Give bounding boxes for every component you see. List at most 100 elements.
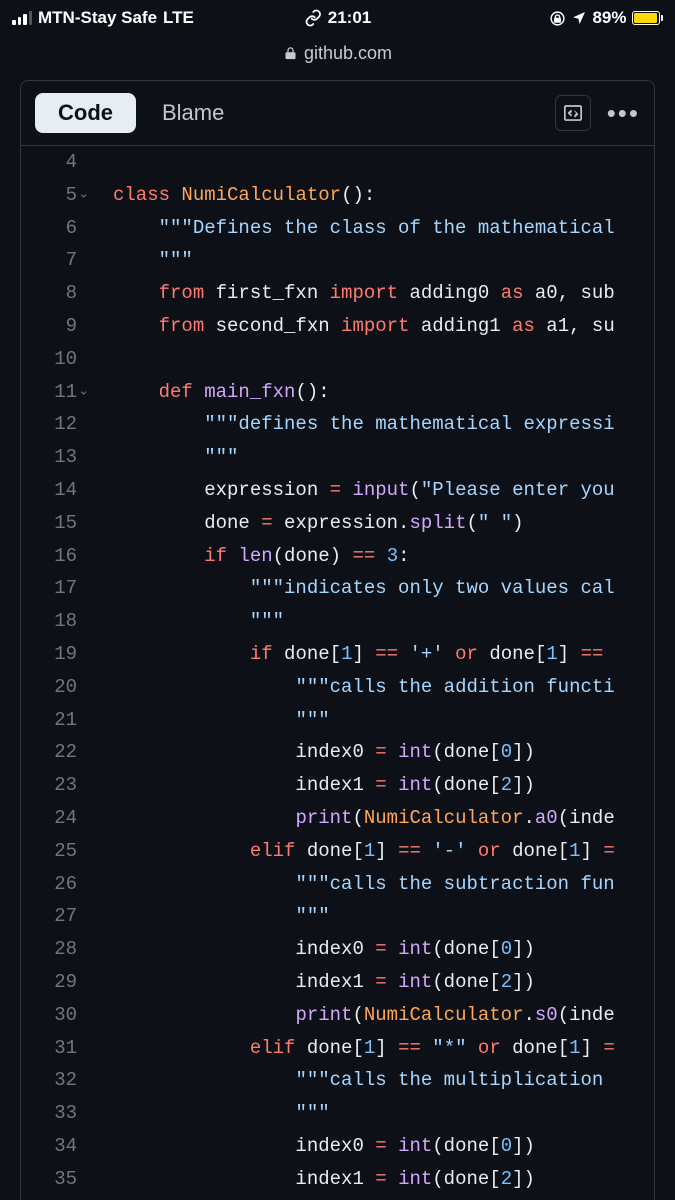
code-line[interactable]: 15 done = expression.split(" ") — [21, 507, 654, 540]
fold-chevron-icon[interactable]: ⌄ — [78, 179, 89, 212]
code-content: print(NumiCalculator.s0(inde — [87, 999, 615, 1032]
line-number[interactable]: 24 — [21, 802, 87, 835]
line-number[interactable]: 30 — [21, 999, 87, 1032]
code-line[interactable]: 5⌄class NumiCalculator(): — [21, 179, 654, 212]
line-number[interactable]: 22 — [21, 736, 87, 769]
file-view-header: Code Blame ••• — [20, 80, 655, 145]
code-line[interactable]: 4 — [21, 146, 654, 179]
code-line[interactable]: 25 elif done[1] == '-' or done[1] = — [21, 835, 654, 868]
line-number[interactable]: 9 — [21, 310, 87, 343]
code-content: from second_fxn import adding1 as a1, su — [87, 310, 615, 343]
code-line[interactable]: 31 elif done[1] == "*" or done[1] = — [21, 1032, 654, 1065]
code-content: from first_fxn import adding0 as a0, sub — [87, 277, 615, 310]
line-number[interactable]: 14 — [21, 474, 87, 507]
code-content: """defines the mathematical expressi — [87, 408, 615, 441]
code-content: """calls the subtraction fun — [87, 868, 615, 901]
line-number[interactable]: 12 — [21, 408, 87, 441]
line-number[interactable]: 8 — [21, 277, 87, 310]
code-line[interactable]: 14 expression = input("Please enter you — [21, 474, 654, 507]
line-number[interactable]: 27 — [21, 900, 87, 933]
header-actions: ••• — [555, 95, 640, 131]
line-number[interactable]: 15 — [21, 507, 87, 540]
code-line[interactable]: 26 """calls the subtraction fun — [21, 868, 654, 901]
url-host: github.com — [304, 43, 392, 64]
code-line[interactable]: 11⌄ def main_fxn(): — [21, 376, 654, 409]
code-content: if len(done) == 3: — [87, 540, 410, 573]
line-number[interactable]: 26 — [21, 868, 87, 901]
line-number[interactable]: 23 — [21, 769, 87, 802]
code-line[interactable]: 16 if len(done) == 3: — [21, 540, 654, 573]
line-number[interactable]: 11⌄ — [21, 376, 87, 409]
line-number[interactable]: 10 — [21, 343, 87, 376]
code-line[interactable]: 22 index0 = int(done[0]) — [21, 736, 654, 769]
line-number[interactable]: 29 — [21, 966, 87, 999]
code-view[interactable]: 45⌄class NumiCalculator():6 """Defines t… — [20, 145, 655, 1200]
code-line[interactable]: 13 """ — [21, 441, 654, 474]
code-line[interactable]: 23 index1 = int(done[2]) — [21, 769, 654, 802]
code-line[interactable]: 33 """ — [21, 1097, 654, 1130]
code-lines: 45⌄class NumiCalculator():6 """Defines t… — [21, 146, 654, 1200]
line-number[interactable]: 5⌄ — [21, 179, 87, 212]
code-line[interactable]: 32 """calls the multiplication — [21, 1064, 654, 1097]
code-line[interactable]: 34 index0 = int(done[0]) — [21, 1130, 654, 1163]
status-left: MTN-Stay Safe LTE — [12, 8, 194, 28]
code-line[interactable]: 18 """ — [21, 605, 654, 638]
line-number[interactable]: 32 — [21, 1064, 87, 1097]
line-number[interactable]: 33 — [21, 1097, 87, 1130]
code-square-icon — [564, 104, 582, 122]
code-content: index1 = int(done[2]) — [87, 966, 535, 999]
code-content: """ — [87, 244, 193, 277]
code-content: def main_fxn(): — [87, 376, 330, 409]
more-menu-button[interactable]: ••• — [607, 108, 640, 118]
line-number[interactable]: 31 — [21, 1032, 87, 1065]
code-line[interactable]: 6 """Defines the class of the mathematic… — [21, 212, 654, 245]
code-content: """ — [87, 900, 330, 933]
code-line[interactable]: 30 print(NumiCalculator.s0(inde — [21, 999, 654, 1032]
code-line[interactable]: 36 print(NumiCalculator.m0(inde — [21, 1196, 654, 1200]
line-number[interactable]: 25 — [21, 835, 87, 868]
link-icon — [304, 9, 322, 27]
code-line[interactable]: 29 index1 = int(done[2]) — [21, 966, 654, 999]
line-number[interactable]: 7 — [21, 244, 87, 277]
lock-icon — [283, 46, 298, 61]
line-number[interactable]: 20 — [21, 671, 87, 704]
line-number[interactable]: 13 — [21, 441, 87, 474]
browser-url-bar[interactable]: github.com — [0, 36, 675, 70]
line-number[interactable]: 36 — [21, 1196, 87, 1200]
tab-blame[interactable]: Blame — [144, 94, 242, 132]
line-number[interactable]: 4 — [21, 146, 87, 179]
code-content: print(NumiCalculator.a0(inde — [87, 802, 615, 835]
line-number[interactable]: 21 — [21, 704, 87, 737]
code-line[interactable]: 8 from first_fxn import adding0 as a0, s… — [21, 277, 654, 310]
code-line[interactable]: 24 print(NumiCalculator.a0(inde — [21, 802, 654, 835]
code-line[interactable]: 12 """defines the mathematical expressi — [21, 408, 654, 441]
code-line[interactable]: 10 — [21, 343, 654, 376]
line-number[interactable]: 28 — [21, 933, 87, 966]
code-line[interactable]: 9 from second_fxn import adding1 as a1, … — [21, 310, 654, 343]
code-line[interactable]: 19 if done[1] == '+' or done[1] == — [21, 638, 654, 671]
line-number[interactable]: 34 — [21, 1130, 87, 1163]
code-content: """ — [87, 704, 330, 737]
carrier-label: MTN-Stay Safe — [38, 8, 157, 28]
code-line[interactable]: 7 """ — [21, 244, 654, 277]
code-line[interactable]: 20 """calls the addition functi — [21, 671, 654, 704]
line-number[interactable]: 19 — [21, 638, 87, 671]
line-number[interactable]: 18 — [21, 605, 87, 638]
code-line[interactable]: 27 """ — [21, 900, 654, 933]
code-line[interactable]: 21 """ — [21, 704, 654, 737]
tab-code[interactable]: Code — [35, 93, 136, 133]
code-content — [87, 343, 113, 376]
line-number[interactable]: 16 — [21, 540, 87, 573]
symbols-panel-button[interactable] — [555, 95, 591, 131]
fold-chevron-icon[interactable]: ⌄ — [78, 376, 89, 409]
code-content: index0 = int(done[0]) — [87, 1130, 535, 1163]
code-content: elif done[1] == "*" or done[1] = — [87, 1032, 615, 1065]
code-line[interactable]: 17 """indicates only two values cal — [21, 572, 654, 605]
battery-percent: 89% — [592, 8, 626, 28]
line-number[interactable]: 35 — [21, 1163, 87, 1196]
line-number[interactable]: 17 — [21, 572, 87, 605]
code-line[interactable]: 35 index1 = int(done[2]) — [21, 1163, 654, 1196]
code-content: """ — [87, 1097, 330, 1130]
code-line[interactable]: 28 index0 = int(done[0]) — [21, 933, 654, 966]
line-number[interactable]: 6 — [21, 212, 87, 245]
